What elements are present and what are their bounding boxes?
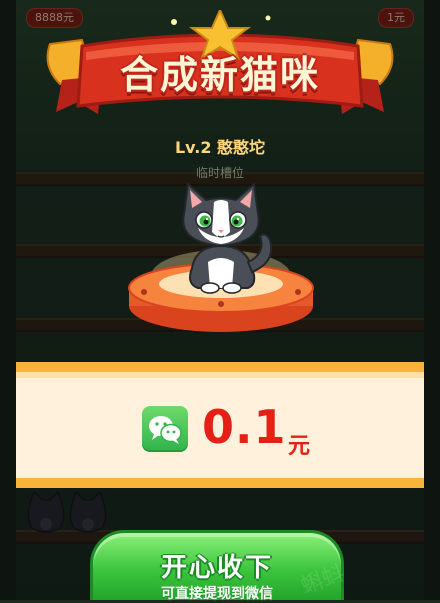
right-edge — [424, 0, 440, 600]
banner-title: 合成新猫咪 — [119, 53, 320, 97]
left-edge — [0, 0, 16, 600]
reward-unit: 元 — [288, 434, 311, 459]
reward-panel: 0.1 元 — [16, 362, 424, 488]
reward-amount: 0.1 — [202, 400, 287, 454]
wechat-icon — [142, 406, 188, 452]
cat-level-name: Lv.2 憨憨坨 — [174, 138, 266, 157]
title-banner: 合成新猫咪 — [42, 10, 398, 130]
cat-pedestal — [126, 176, 316, 336]
